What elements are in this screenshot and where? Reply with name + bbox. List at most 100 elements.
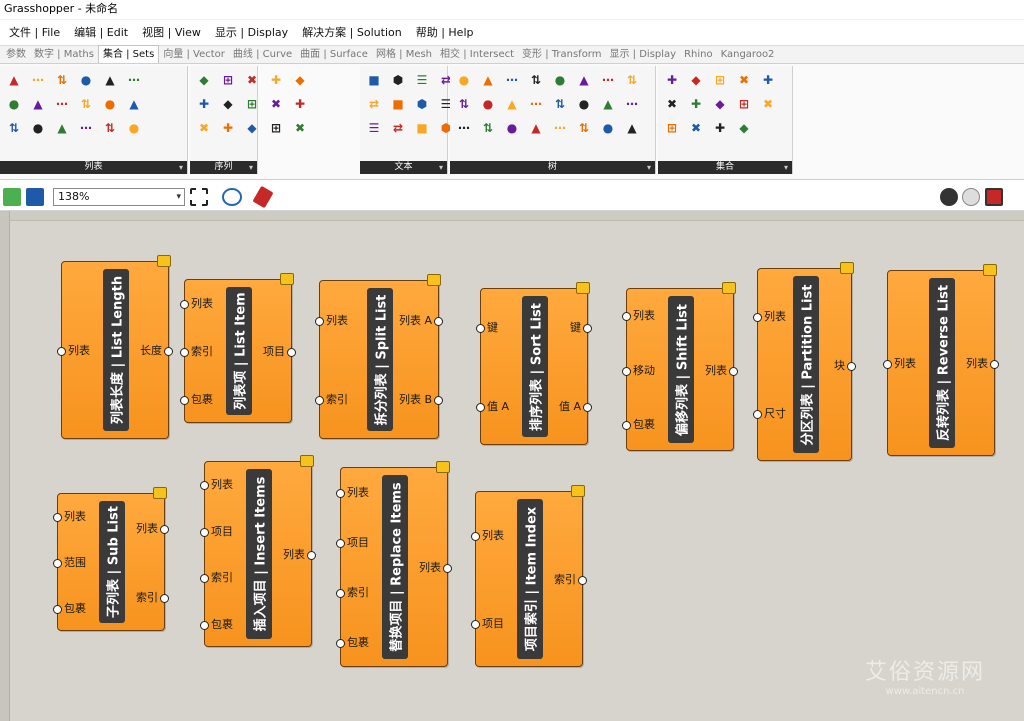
ribbon-tab[interactable]: 向量 | Vector — [159, 46, 229, 63]
input-param[interactable]: 项目 — [336, 536, 369, 550]
output-param[interactable]: 长度 — [140, 344, 173, 358]
clean-tree-icon[interactable]: ▲ — [621, 117, 643, 139]
ribbon-tab[interactable]: 相交 | Intersect — [436, 46, 518, 63]
message-flag-icon[interactable] — [576, 282, 590, 294]
cull-nth-icon[interactable]: ◆ — [217, 93, 239, 115]
replace-members-icon[interactable]: ✖ — [685, 117, 707, 139]
zoom-extents-icon[interactable] — [190, 188, 208, 206]
ribbon-tab[interactable]: 曲面 | Surface — [296, 46, 372, 63]
split-text-icon[interactable]: ⬢ — [411, 93, 433, 115]
paint-brush-icon[interactable] — [252, 185, 274, 209]
menu-item[interactable]: 解决方案 | Solution — [295, 23, 409, 43]
fibonacci-icon[interactable]: ⊞ — [241, 93, 263, 115]
match-tree-icon[interactable]: ▲ — [525, 117, 547, 139]
message-flag-icon[interactable] — [983, 264, 997, 276]
char-seq-icon[interactable]: ✖ — [265, 93, 287, 115]
gh-component[interactable]: 偏移列表 | Shift List 列表 移动 包裹 列表 — [622, 282, 738, 451]
input-param[interactable]: 列表 — [53, 510, 86, 524]
menu-item[interactable]: 文件 | File — [2, 23, 67, 43]
menu-item[interactable]: 视图 | View — [135, 23, 208, 43]
combine-data-icon[interactable]: ● — [123, 117, 145, 139]
set-majority-icon[interactable]: ◆ — [709, 93, 731, 115]
delete-icon[interactable]: ✖ — [757, 93, 779, 115]
message-flag-icon[interactable] — [840, 262, 854, 274]
input-param[interactable]: 索引 — [336, 586, 369, 600]
set-union-icon[interactable]: ✖ — [661, 93, 683, 115]
gate-icon[interactable]: ⇅ — [621, 69, 643, 91]
case-icon[interactable]: ⇄ — [387, 117, 409, 139]
ribbon-tab[interactable]: 集合 | Sets — [97, 45, 160, 63]
input-param[interactable]: 列表 — [622, 309, 655, 323]
zoom-dropdown[interactable]: 138% ▾ — [53, 188, 185, 206]
ribbon-tab[interactable]: 网格 | Mesh — [372, 46, 436, 63]
weave-icon[interactable]: ⋯ — [75, 117, 97, 139]
sort-text-icon[interactable]: ■ — [411, 117, 433, 139]
message-flag-icon[interactable] — [300, 455, 314, 467]
gh-component[interactable]: 插入项目 | Insert Items 列表 项目 索引 包裹 列表 — [200, 455, 316, 647]
ribbon-tab[interactable]: 参数 — [2, 46, 30, 63]
filter-icon[interactable]: ⋯ — [621, 93, 643, 115]
graft-icon[interactable]: ● — [453, 69, 475, 91]
repeat-icon[interactable]: ⊞ — [217, 69, 239, 91]
stream-icon[interactable]: ● — [549, 69, 571, 91]
message-flag-icon[interactable] — [722, 282, 736, 294]
fragment-icon[interactable]: ☰ — [363, 117, 385, 139]
input-param[interactable]: 列表 — [753, 310, 786, 324]
input-param[interactable]: 移动 — [622, 364, 655, 378]
output-param[interactable]: 列表 — [136, 522, 169, 536]
permutations-icon[interactable]: ◆ — [733, 117, 755, 139]
input-param[interactable]: 索引 — [315, 393, 348, 407]
prune-icon[interactable]: ● — [501, 117, 523, 139]
sequence-icon[interactable]: ◆ — [289, 69, 311, 91]
format-icon[interactable]: ☰ — [411, 69, 433, 91]
sort-list-icon[interactable]: ⋯ — [27, 69, 49, 91]
message-flag-icon[interactable] — [427, 274, 441, 286]
simplify-icon[interactable]: ⋯ — [453, 117, 475, 139]
output-param[interactable]: 列表 B — [399, 393, 444, 407]
message-flag-icon[interactable] — [153, 487, 167, 499]
input-param[interactable]: 列表 — [180, 297, 213, 311]
null-item-icon[interactable]: ⇅ — [99, 117, 121, 139]
concat-icon[interactable]: ⇄ — [363, 93, 385, 115]
cull-pattern-icon[interactable]: ✚ — [217, 117, 239, 139]
input-param[interactable]: 值 A — [475, 400, 509, 414]
ribbon-tab[interactable]: 显示 | Display — [605, 46, 680, 63]
wireframe-icon[interactable] — [962, 188, 980, 206]
relative-icon[interactable]: ● — [573, 93, 595, 115]
disjoint-icon[interactable]: ✖ — [733, 69, 755, 91]
gh-component[interactable]: 替换项目 | Replace Items 列表 项目 索引 包裹 列表 — [336, 461, 452, 667]
tree-stats-icon[interactable]: ⋯ — [549, 117, 571, 139]
reverse-list-icon[interactable]: ⋯ — [51, 93, 73, 115]
dispatch-icon[interactable]: ⇅ — [75, 93, 97, 115]
expand-panel-icon[interactable]: ▾ — [647, 161, 651, 174]
jitter-icon[interactable]: ◆ — [241, 117, 263, 139]
output-param[interactable]: 列表 A — [399, 314, 444, 328]
gh-component[interactable]: 项目索引 | Item Index 列表 项目 索引 — [471, 485, 587, 667]
random-icon[interactable]: ✖ — [193, 117, 215, 139]
output-param[interactable]: 项目 — [263, 345, 296, 359]
save-file-icon[interactable] — [26, 188, 44, 206]
entwine-icon[interactable]: ⋯ — [501, 69, 523, 91]
input-param[interactable]: 列表 — [200, 478, 233, 492]
input-param[interactable]: 列表 — [57, 344, 90, 358]
output-param[interactable]: 列表 — [705, 364, 738, 378]
ribbon-tab[interactable]: 数字 | Maths — [30, 46, 98, 63]
gh-component[interactable]: 拆分列表 | Split List 列表 索引 列表 A 列表 B — [315, 274, 444, 439]
input-param[interactable]: 列表 — [336, 486, 369, 500]
expand-panel-icon[interactable]: ▾ — [784, 161, 788, 174]
input-param[interactable]: 列表 — [883, 357, 916, 371]
list-item-icon[interactable]: ⋯ — [123, 69, 145, 91]
input-param[interactable]: 列表 — [471, 529, 504, 543]
input-param[interactable]: 范围 — [53, 556, 86, 570]
open-file-icon[interactable] — [3, 188, 21, 206]
input-param[interactable]: 包裹 — [622, 418, 655, 432]
insert-items-icon[interactable]: ● — [3, 93, 25, 115]
join-icon[interactable]: ⬢ — [387, 69, 409, 91]
ribbon-tab[interactable]: Kangaroo2 — [717, 46, 779, 63]
input-param[interactable]: 包裹 — [53, 602, 86, 616]
input-param[interactable]: 索引 — [200, 571, 233, 585]
shift-list-icon[interactable]: ▲ — [27, 93, 49, 115]
output-param[interactable]: 索引 — [136, 591, 169, 605]
split-list-icon[interactable]: ● — [27, 117, 49, 139]
flatten-icon[interactable]: ⇅ — [453, 93, 475, 115]
